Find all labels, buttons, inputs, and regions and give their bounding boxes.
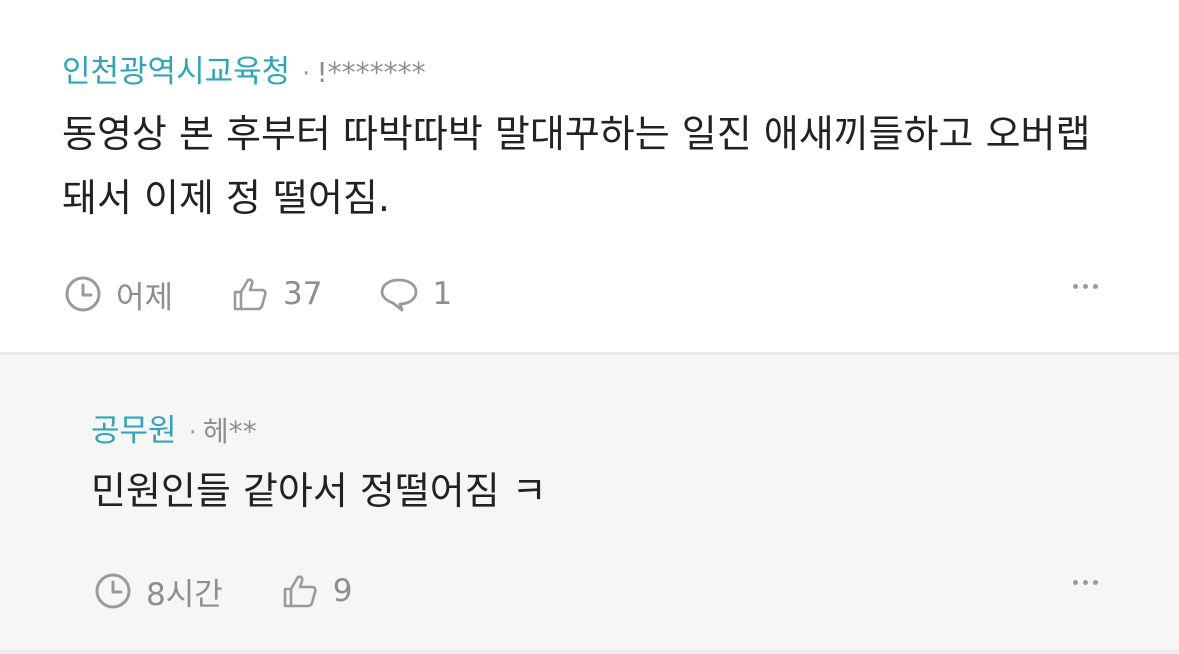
reply-bottom-border (0, 650, 1179, 654)
reply-button[interactable]: 1 (379, 274, 453, 314)
more-dots-icon[interactable] (1073, 580, 1098, 585)
thumbs-up-icon (281, 572, 319, 610)
reply-header: 공무원 · 헤** (91, 410, 257, 451)
header-separator: · (188, 418, 197, 448)
timestamp: 어제 (64, 274, 174, 316)
more-dots-icon[interactable] (1073, 284, 1098, 289)
reply-item: 공무원 · 헤** 민원인들 같아서 정떨어짐 ㅋ 8시간 9 (0, 355, 1179, 654)
reply-like-count: 9 (332, 573, 353, 609)
comment-meta: 어제 37 1 (64, 274, 453, 316)
clock-icon (64, 275, 102, 313)
reply-like-button[interactable]: 9 (281, 571, 353, 611)
reply-user-id: 헤** (202, 415, 257, 448)
thumbs-up-icon (231, 275, 269, 313)
comment-item: 인천광역시교육청 · !******* 동영상 본 후부터 따박따박 말대꾸하는… (0, 0, 1179, 352)
comment-text: 동영상 본 후부터 따박따박 말대꾸하는 일진 애새끼들하고 오버랩돼서 이제 … (62, 112, 1091, 220)
author-name[interactable]: 인천광역시교육청 (62, 52, 290, 92)
comment-header: 인천광역시교육청 · !******* (62, 52, 426, 92)
like-button[interactable]: 37 (231, 274, 323, 314)
speech-bubble-icon (379, 275, 419, 313)
timestamp-text: 어제 (116, 279, 174, 316)
reply-author-name[interactable]: 공무원 (91, 411, 177, 451)
reply-timestamp-text: 8시간 (146, 576, 223, 613)
reply-timestamp: 8시간 (94, 571, 223, 613)
clock-icon (94, 572, 132, 610)
reply-text: 민원인들 같아서 정떨어짐 ㅋ (91, 469, 547, 513)
reply-count: 1 (432, 276, 453, 312)
like-count: 37 (283, 276, 323, 312)
reply-meta: 8시간 9 (94, 571, 353, 613)
header-separator: · (302, 59, 311, 89)
user-id: !******* (316, 56, 426, 89)
